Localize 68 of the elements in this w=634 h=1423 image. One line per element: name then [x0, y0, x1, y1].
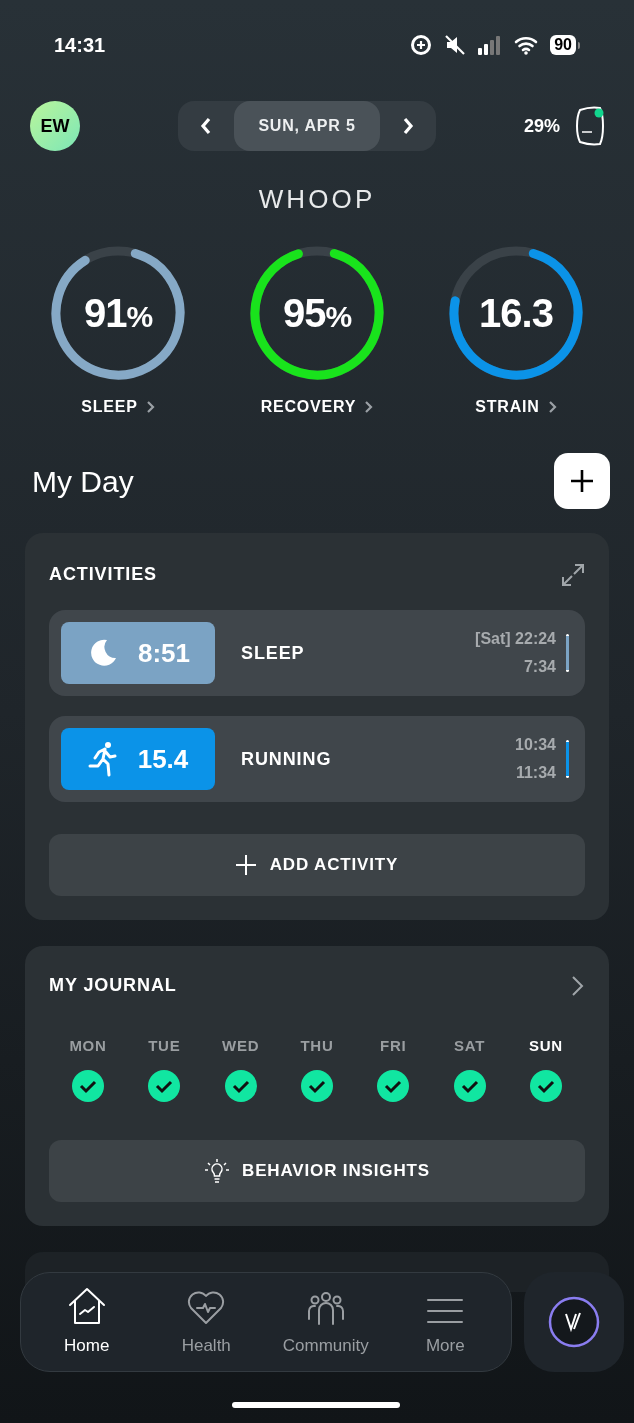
tab[interactable]: Health: [151, 1285, 262, 1359]
plus-icon: [569, 468, 595, 494]
activity-row[interactable]: 15.4 RUNNING 10:34 11:34: [49, 716, 585, 802]
time-range-bar: [566, 634, 569, 672]
day-label: SUN: [529, 1036, 563, 1056]
status-time: 14:31: [54, 33, 106, 58]
runner-icon: [87, 741, 118, 777]
activity-name: SLEEP: [241, 641, 306, 665]
chevron-right-icon[interactable]: [571, 974, 585, 997]
add-activity-button[interactable]: ADD ACTIVITY: [49, 834, 585, 896]
ring-value: 95%: [282, 293, 352, 333]
signal-icon: [478, 35, 503, 55]
ring-label-link[interactable]: STRAIN: [475, 395, 557, 419]
tab[interactable]: Home: [31, 1285, 142, 1359]
activity-value: 15.4: [137, 742, 189, 776]
day-label: TUE: [148, 1036, 181, 1056]
day-label: SAT: [454, 1036, 486, 1056]
battery-level: 90: [550, 35, 576, 55]
check-circle-icon[interactable]: [148, 1069, 181, 1102]
mute-icon: [444, 34, 467, 56]
ring-label-link[interactable]: SLEEP: [81, 395, 155, 419]
check-circle-icon[interactable]: [529, 1069, 562, 1102]
time-range-bar: [566, 740, 569, 778]
check-circle-icon[interactable]: [377, 1069, 410, 1102]
ring-value: 91%: [83, 293, 153, 333]
chevron-right-icon: [364, 400, 374, 414]
day-label: MON: [69, 1036, 107, 1056]
home-icon: [66, 1287, 107, 1326]
check-circle-icon[interactable]: [72, 1069, 104, 1102]
wifi-icon: [514, 35, 539, 55]
day-label: WED: [222, 1036, 260, 1056]
day-label: THU: [300, 1036, 334, 1056]
activity-row[interactable]: 8:51 SLEEP [Sat] 22:24 7:34: [49, 610, 585, 696]
chevron-right-icon: [547, 400, 557, 414]
section-title: My Day: [32, 463, 134, 500]
activity-end-time: 7:34: [523, 657, 556, 677]
coach-icon[interactable]: [548, 1296, 600, 1348]
activity-start-time: [Sat] 22:24: [475, 629, 556, 649]
menu-icon: [426, 1297, 465, 1326]
ring-label-link[interactable]: RECOVERY: [260, 395, 374, 419]
current-date[interactable]: SUN, APR 5: [234, 101, 380, 151]
day-label: FRI: [380, 1036, 407, 1056]
activity-end-time: 11:34: [515, 763, 556, 783]
plus-icon: [235, 855, 256, 875]
behavior-insights-button[interactable]: BEHAVIOR INSIGHTS: [49, 1139, 585, 1202]
heart-pulse-icon: [187, 1291, 226, 1326]
card-title: MY JOURNAL: [49, 974, 177, 997]
group-icon: [306, 1291, 345, 1326]
device-battery: 29%: [523, 114, 560, 138]
chevron-right-icon: [401, 117, 414, 135]
check-circle-icon[interactable]: [224, 1069, 257, 1102]
chevron-left-icon: [200, 117, 213, 135]
chevron-right-icon: [145, 400, 155, 414]
user-avatar[interactable]: EW: [30, 101, 80, 151]
app-logo: WHOOP: [258, 183, 376, 216]
card-title: ACTIVITIES: [49, 563, 157, 586]
check-circle-icon[interactable]: [453, 1069, 486, 1102]
activity-start-time: 10:34: [515, 735, 556, 755]
activity-value: 8:51: [137, 636, 190, 670]
activity-name: RUNNING: [241, 747, 333, 771]
add-button[interactable]: [554, 453, 610, 509]
lock-rotation-icon: [410, 34, 433, 56]
lightbulb-icon: [204, 1157, 231, 1184]
ring-value: 16.3: [479, 293, 553, 333]
tab[interactable]: Community: [270, 1285, 381, 1359]
tab[interactable]: More: [390, 1285, 501, 1359]
check-circle-icon[interactable]: [301, 1069, 333, 1102]
expand-icon[interactable]: [561, 562, 585, 587]
